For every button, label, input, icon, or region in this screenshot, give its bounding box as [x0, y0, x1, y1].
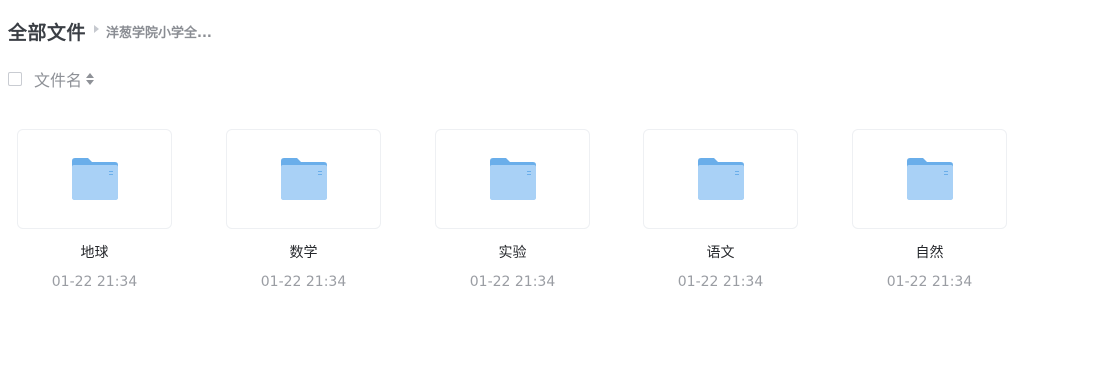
- folder-modified-time: 01-22 21:34: [886, 274, 973, 290]
- select-all-checkbox[interactable]: [8, 72, 22, 86]
- folder-item[interactable]: 实验 01-22 21:34: [435, 129, 590, 294]
- folder-modified-time: 01-22 21:34: [51, 274, 138, 290]
- breadcrumb-root[interactable]: 全部文件: [8, 18, 86, 45]
- folder-tile[interactable]: [17, 129, 172, 229]
- folder-modified-time: 01-22 21:34: [677, 274, 764, 290]
- breadcrumb-separator-icon: [94, 25, 100, 33]
- folder-tile[interactable]: [852, 129, 1007, 229]
- folder-icon: [71, 158, 118, 200]
- folder-modified-time: 01-22 21:34: [469, 274, 556, 290]
- folder-tile[interactable]: [226, 129, 381, 229]
- breadcrumb: 全部文件 洋葱学院小学全...: [8, 18, 212, 44]
- folder-name[interactable]: 数学: [226, 243, 381, 263]
- folder-icon: [489, 158, 536, 200]
- sort-icon[interactable]: [86, 72, 95, 86]
- folder-item[interactable]: 数学 01-22 21:34: [226, 129, 381, 294]
- folder-icon: [906, 158, 953, 200]
- breadcrumb-current[interactable]: 洋葱学院小学全...: [106, 22, 212, 41]
- sort-header: 文件名: [8, 67, 95, 91]
- folder-name[interactable]: 自然: [852, 243, 1007, 263]
- folder-item[interactable]: 语文 01-22 21:34: [643, 129, 798, 294]
- folder-name[interactable]: 实验: [435, 243, 590, 263]
- folder-icon: [280, 158, 327, 200]
- file-grid: 地球 01-22 21:34 数学 01-22 21:34 实验 01-22 2…: [17, 129, 1115, 299]
- folder-tile[interactable]: [435, 129, 590, 229]
- folder-item[interactable]: 自然 01-22 21:34: [852, 129, 1007, 294]
- sort-by-name[interactable]: 文件名: [34, 67, 82, 91]
- folder-modified-time: 01-22 21:34: [260, 274, 347, 290]
- folder-icon: [697, 158, 744, 200]
- folder-name[interactable]: 语文: [643, 243, 798, 263]
- folder-item[interactable]: 地球 01-22 21:34: [17, 129, 172, 294]
- folder-name[interactable]: 地球: [17, 243, 172, 263]
- folder-tile[interactable]: [643, 129, 798, 229]
